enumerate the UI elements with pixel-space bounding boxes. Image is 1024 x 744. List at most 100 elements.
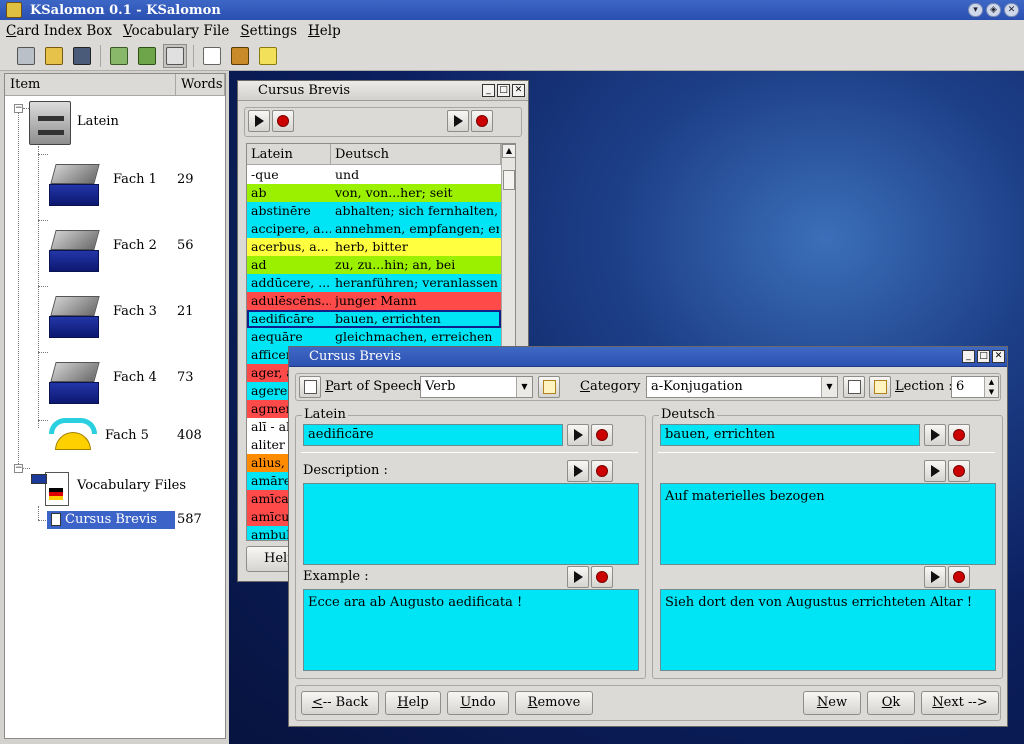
latin-cell: aequāre — [251, 329, 303, 344]
scroll-thumb[interactable] — [503, 170, 515, 190]
edit-category-button[interactable] — [869, 376, 891, 398]
tree-item-cursus-brevis[interactable]: Cursus Brevis — [47, 511, 175, 529]
minimize-icon[interactable]: _ — [482, 84, 495, 97]
play-button[interactable] — [924, 460, 946, 482]
merge-button[interactable] — [135, 44, 159, 68]
tree-item-vocabulary-files[interactable]: Vocabulary Files — [77, 478, 186, 493]
network-button[interactable] — [107, 44, 131, 68]
remove-button[interactable]: Remove — [515, 691, 593, 715]
merge-icon — [138, 47, 156, 65]
column-words[interactable]: Words — [176, 74, 225, 96]
edit-part-of-speech-button[interactable] — [538, 376, 560, 398]
undo-button[interactable]: Undo — [447, 691, 509, 715]
latin-description-textarea[interactable] — [303, 483, 639, 565]
wizard-icon — [259, 47, 277, 65]
card-index-tree[interactable]: Item Words − Latein Fach 1 29 Fach 2 56 … — [4, 73, 226, 739]
dictionary-button[interactable] — [228, 44, 252, 68]
card-type-button[interactable] — [299, 376, 321, 398]
play-button[interactable] — [248, 110, 270, 132]
record-button[interactable] — [948, 424, 970, 446]
table-row[interactable]: aedificāre bauen, errichten — [247, 310, 501, 328]
table-row[interactable]: ab von, von...her; seit — [247, 184, 501, 202]
table-row[interactable]: adulēscēns... junger Mann — [247, 292, 501, 310]
category-select[interactable]: a-Konjugation ▼ — [646, 376, 838, 398]
new-category-button[interactable] — [843, 376, 865, 398]
minimize-icon[interactable]: ▾ — [968, 3, 983, 17]
menu-help[interactable]: Help — [308, 23, 341, 39]
latin-example-textarea[interactable]: Ecce ara ab Augusto aedificata ! — [303, 589, 639, 671]
collapse-icon[interactable]: − — [14, 104, 23, 113]
tree-item-fach-5[interactable]: Fach 5 — [105, 428, 149, 443]
spin-arrows-icon[interactable]: ▲ ▼ — [984, 377, 998, 397]
menu-settings[interactable]: Settings — [240, 23, 297, 39]
table-row[interactable]: accipere, a... annehmen, empfangen; er... — [247, 220, 501, 238]
wizard-button[interactable] — [256, 44, 280, 68]
record-button[interactable] — [591, 424, 613, 446]
german-example-textarea[interactable]: Sieh dort den von Augustus errichteten A… — [660, 589, 996, 671]
menu-card-index-box[interactable]: Card Index Box — [6, 23, 112, 39]
german-description-textarea[interactable]: Auf materielles bezogen — [660, 483, 996, 565]
maximize-icon[interactable]: ◈ — [986, 3, 1001, 17]
back-button[interactable]: <-- Back — [301, 691, 379, 715]
menu-vocabulary-file[interactable]: Vocabulary File — [123, 23, 229, 39]
minimize-icon[interactable]: _ — [962, 350, 975, 363]
table-row[interactable]: addūcere, ... heranführen; veranlassen — [247, 274, 501, 292]
record-button[interactable] — [948, 460, 970, 482]
part-of-speech-select[interactable]: Verb ▼ — [420, 376, 533, 398]
close-file-button[interactable] — [14, 44, 38, 68]
table-row[interactable]: acerbus, a... herb, bitter — [247, 238, 501, 256]
next-button[interactable]: Next --> — [921, 691, 999, 715]
play-button[interactable] — [447, 110, 469, 132]
maximize-icon[interactable]: □ — [977, 350, 990, 363]
latin-example-audio — [567, 566, 613, 590]
table-row[interactable]: aequāre gleichmachen, erreichen — [247, 328, 501, 346]
record-button[interactable] — [471, 110, 493, 132]
chevron-down-icon[interactable]: ▼ — [821, 377, 837, 397]
latin-cell: acerbus, a... — [251, 239, 329, 254]
play-button[interactable] — [924, 424, 946, 446]
table-row[interactable]: -que und — [247, 166, 501, 184]
latin-cell: addūcere, ... — [251, 275, 331, 290]
table-row[interactable]: ad zu, zu...hin; an, bei — [247, 256, 501, 274]
list-view-button[interactable] — [163, 44, 187, 68]
save-file-button[interactable] — [70, 44, 94, 68]
close-icon[interactable]: ✕ — [1004, 3, 1019, 17]
latin-word-input[interactable]: aedificāre — [303, 424, 563, 446]
close-icon[interactable]: ✕ — [992, 350, 1005, 363]
tree-line — [38, 352, 48, 353]
collapse-icon[interactable]: − — [14, 464, 23, 473]
edit-icon — [873, 380, 887, 394]
open-file-button[interactable] — [42, 44, 66, 68]
record-button[interactable] — [591, 566, 613, 588]
tree-item-fach-1[interactable]: Fach 1 — [113, 172, 157, 187]
maximize-icon[interactable]: □ — [497, 84, 510, 97]
table-row[interactable]: abstinēre abhalten; sich fernhalten, ... — [247, 202, 501, 220]
close-icon[interactable]: ✕ — [512, 84, 525, 97]
play-button[interactable] — [567, 424, 589, 446]
tree-item-latein[interactable]: Latein — [77, 114, 119, 129]
ok-button[interactable]: Ok — [867, 691, 915, 715]
column-item[interactable]: Item — [5, 74, 176, 96]
lection-spinbox[interactable]: 6 ▲ ▼ — [951, 376, 999, 398]
help-button[interactable]: Help — [246, 546, 290, 572]
record-button[interactable] — [272, 110, 294, 132]
tree-item-fach-2[interactable]: Fach 2 — [113, 238, 157, 253]
edit-icon — [542, 380, 556, 394]
german-cell: herb, bitter — [335, 239, 408, 254]
new-button[interactable]: New — [803, 691, 861, 715]
play-button[interactable] — [567, 460, 589, 482]
column-latein[interactable]: Latein — [247, 144, 331, 165]
tree-item-fach-3[interactable]: Fach 3 — [113, 304, 157, 319]
scroll-up-icon[interactable]: ▲ — [502, 144, 515, 158]
new-card-button[interactable] — [200, 44, 224, 68]
tree-item-fach-4[interactable]: Fach 4 — [113, 370, 157, 385]
record-button[interactable] — [591, 460, 613, 482]
play-button[interactable] — [924, 566, 946, 588]
column-deutsch[interactable]: Deutsch — [331, 144, 501, 165]
chevron-down-icon[interactable]: ▼ — [516, 377, 532, 397]
help-button[interactable]: Help — [385, 691, 441, 715]
german-word-input[interactable]: bauen, errichten — [660, 424, 920, 446]
lection-value: 6 — [956, 379, 965, 394]
record-button[interactable] — [948, 566, 970, 588]
play-button[interactable] — [567, 566, 589, 588]
